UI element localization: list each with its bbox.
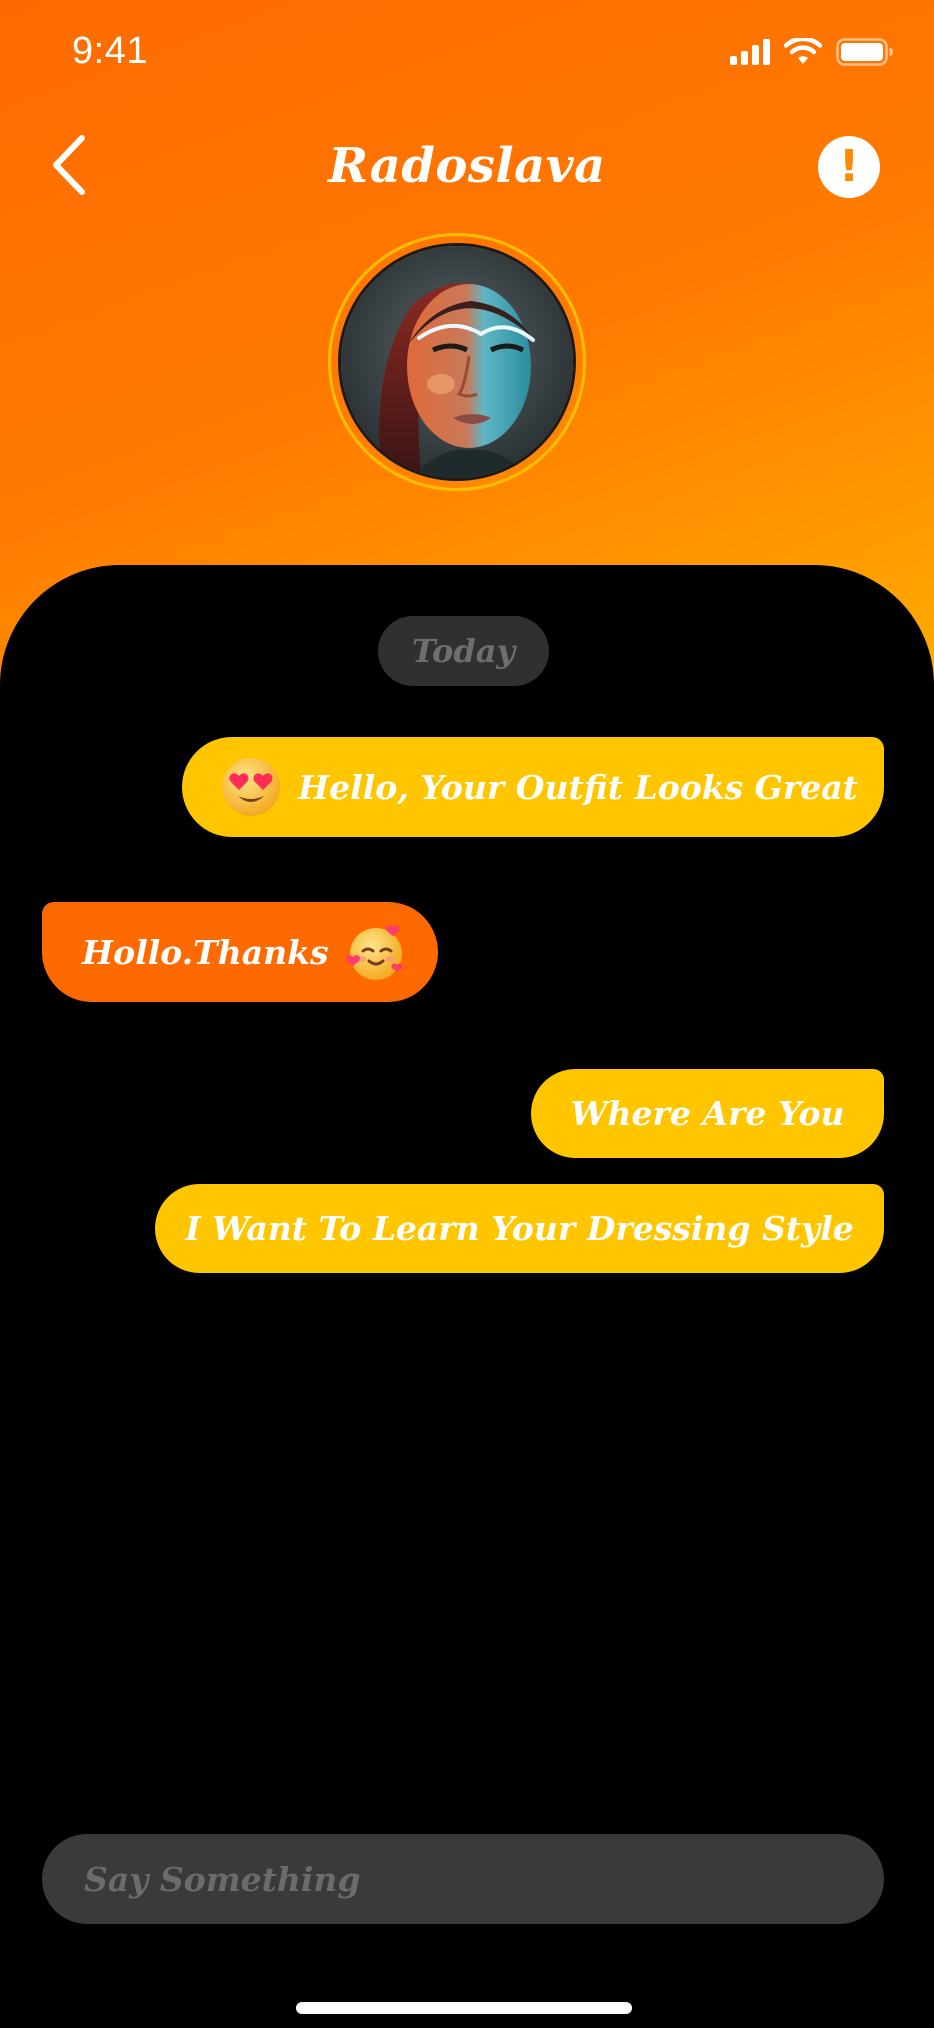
contact-name: Radoslava <box>328 138 606 194</box>
battery-icon <box>836 38 893 66</box>
message-bubble-sent[interactable]: I Want To Learn Your Dressing Style <box>155 1184 884 1273</box>
home-indicator[interactable] <box>296 2002 632 2014</box>
avatar-ring <box>328 233 586 491</box>
avatar[interactable] <box>338 243 576 481</box>
exclamation-icon: ! <box>838 141 860 192</box>
message-text: Hollo.Thanks <box>82 932 329 972</box>
message-bubble-sent[interactable]: Where Are You <box>531 1069 884 1158</box>
message-bubble-sent[interactable]: Hello, Your Outfit Looks Great <box>182 737 884 837</box>
message-text: Hello, Your Outfit Looks Great <box>298 767 858 807</box>
signal-icon <box>730 39 770 65</box>
chat-screen: 9:41 Radoslava ! Today Hello, Your Outfi… <box>0 0 934 2028</box>
report-button[interactable]: ! <box>818 136 880 198</box>
avatar-portrait-image <box>341 246 573 478</box>
status-time: 9:41 <box>72 30 148 72</box>
date-separator: Today <box>378 616 549 686</box>
message-bubble-received[interactable]: Hollo.Thanks <box>42 902 438 1002</box>
wifi-icon <box>784 38 822 64</box>
message-text: I Want To Learn Your Dressing Style <box>185 1209 854 1248</box>
heart-eyes-emoji-icon <box>222 758 280 816</box>
message-text: Where Are You <box>570 1094 845 1133</box>
status-icons <box>730 36 894 68</box>
smiling-face-with-hearts-emoji-icon <box>345 925 403 980</box>
message-input[interactable] <box>42 1834 884 1924</box>
